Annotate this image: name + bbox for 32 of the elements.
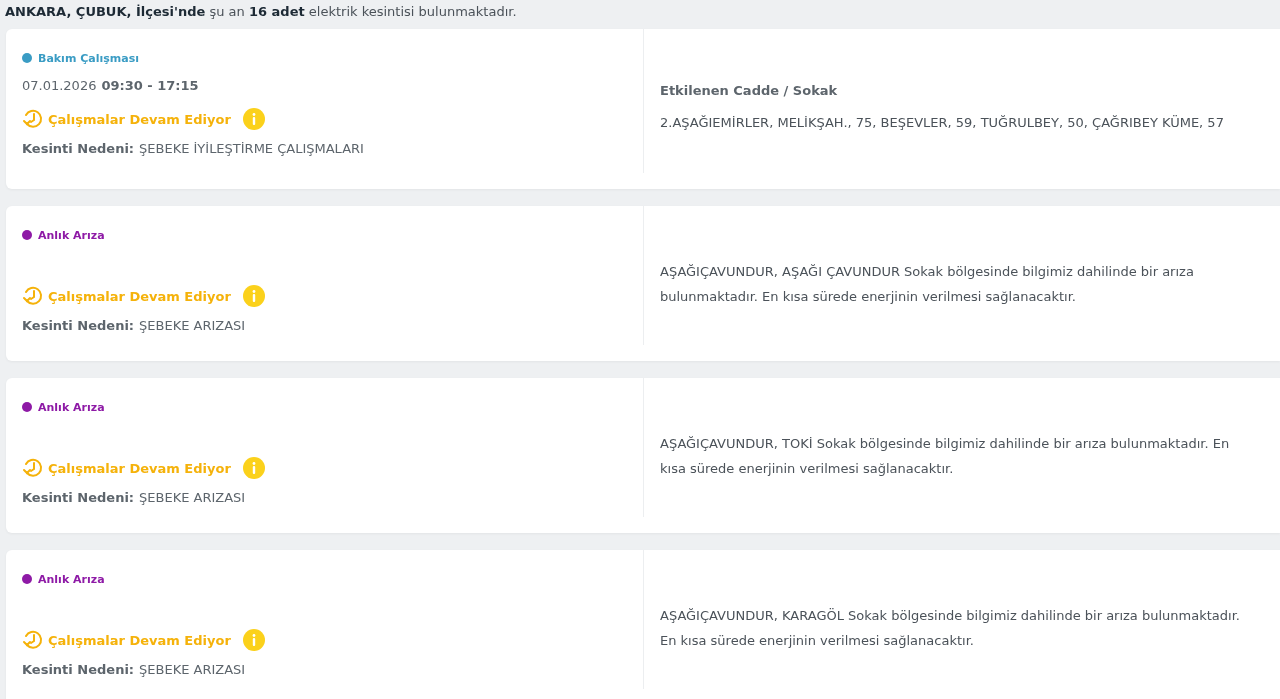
reason-label: Kesinti Nedeni: xyxy=(22,318,135,333)
status-text: Çalışmalar Devam Ediyor xyxy=(48,460,231,476)
reason-label: Kesinti Nedeni: xyxy=(22,141,135,156)
outage-type: Bakım Çalışması xyxy=(38,51,139,65)
streets-text: AŞAĞIÇAVUNDUR, AŞAĞI ÇAVUNDUR Sokak bölgesinde bilgimiz dahilinde bir arıza bulunmaktadır. En kısa sürede enerjinin verilmesi sağlanacaktır. xyxy=(660,262,1195,306)
reason-value: ŞEBEKE ARIZASI xyxy=(139,490,246,505)
streets-title: Etkilenen Cadde / Sokak xyxy=(660,83,839,98)
reason-value: ŞEBEKE İYİLEŞTİRME ÇALIŞMALARI xyxy=(139,141,364,156)
info-icon[interactable] xyxy=(242,285,265,307)
clock-icon xyxy=(22,285,44,307)
outage-type: Anlık Arıza xyxy=(38,228,105,242)
info-icon[interactable] xyxy=(242,457,265,479)
info-icon[interactable] xyxy=(242,629,265,651)
streets-text: 2.AŞAĞIEMİRLER, MELİKŞAH., 75, BEŞEVLER, 59, TUĞRULBEY, 50, ÇAĞRIBEY KÜME, 57 xyxy=(660,114,1225,132)
status-text: Çalışmalar Devam Ediyor xyxy=(48,632,231,648)
outage-date: 07.01.2026 xyxy=(22,77,97,93)
outage-type: Anlık Arıza xyxy=(38,400,105,414)
reason-value: ŞEBEKE ARIZASI xyxy=(139,662,246,677)
clock-icon xyxy=(22,629,44,651)
status-text: Çalışmalar Devam Ediyor xyxy=(48,111,231,127)
outage-type: Anlık Arıza xyxy=(38,572,105,586)
outage-time: 09:30 - 17:15 xyxy=(101,77,199,93)
streets-text: AŞAĞIÇAVUNDUR, KARAGÖL Sokak bölgesinde bilgimiz dahilinde bir arıza bulunmaktadır. En kısa sürede enerjinin verilmesi sağlanacaktır. xyxy=(660,606,1241,650)
info-icon[interactable] xyxy=(242,108,265,130)
status-text: Çalışmalar Devam Ediyor xyxy=(48,288,231,304)
streets-text: AŞAĞIÇAVUNDUR, TOKİ Sokak bölgesinde bilgimiz dahilinde bir arıza bulunmaktadır. En kısa sürede enerjinin verilmesi sağlanacaktır. xyxy=(660,434,1231,478)
summary-text: ANKARA, ÇUBUK, İlçesi'nde şu an 16 adet elektrik kesintisi bulunmaktadır. xyxy=(5,3,518,21)
reason-label: Kesinti Nedeni: xyxy=(22,490,135,505)
reason-label: Kesinti Nedeni: xyxy=(22,662,135,677)
clock-icon xyxy=(22,457,44,479)
reason-value: ŞEBEKE ARIZASI xyxy=(139,318,246,333)
clock-icon xyxy=(22,108,44,130)
